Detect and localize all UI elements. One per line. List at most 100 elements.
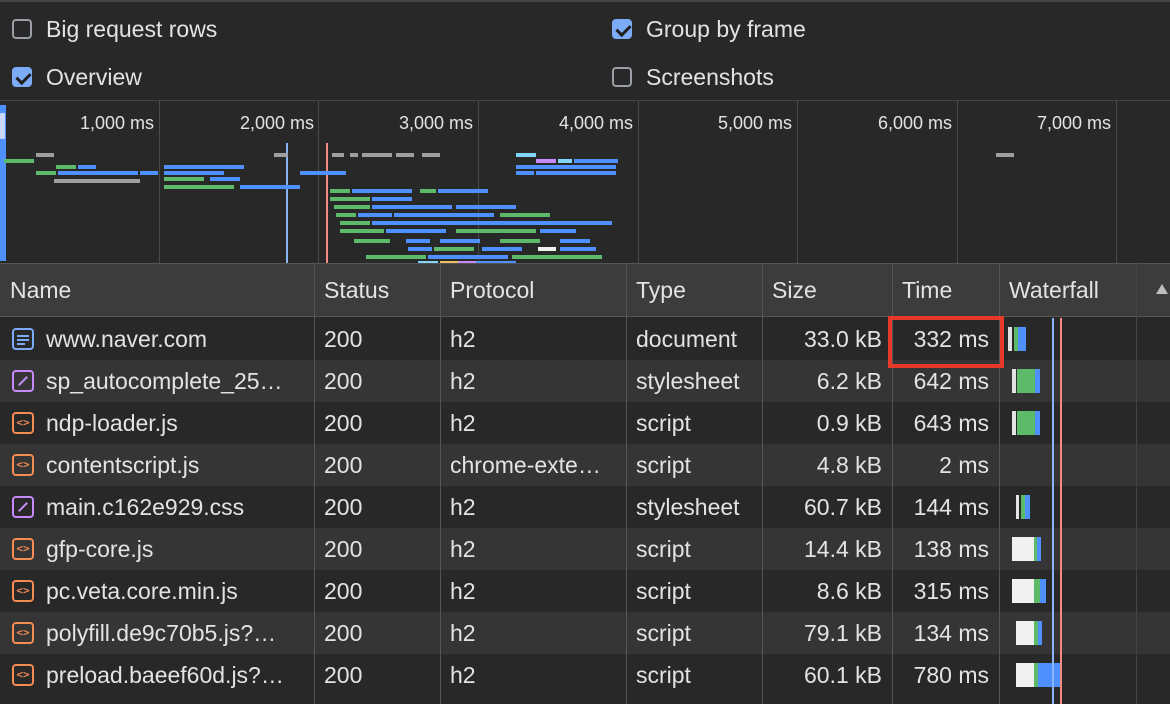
script-icon	[12, 538, 34, 560]
cell-status: 200	[324, 326, 363, 352]
request-table-header: Name Status Protocol Type Size Time Wate…	[0, 263, 1170, 317]
cell-name[interactable]: gfp-core.js	[0, 528, 314, 570]
request-name: preload.baeef60d.js?…	[46, 662, 284, 688]
waterfall-bar-segment	[1035, 411, 1040, 435]
table-row[interactable]: preload.baeef60d.js?… 200 h2 script 60.1 kB 7…	[0, 654, 1170, 696]
overview-request-bar	[406, 239, 430, 243]
screenshots-option[interactable]: Screenshots	[612, 62, 774, 92]
overview-request-bar	[540, 229, 576, 233]
overview-request-bar	[210, 177, 240, 181]
cell-protocol: h2	[450, 578, 476, 604]
group-by-frame-option[interactable]: Group by frame	[612, 14, 806, 44]
request-name: polyfill.de9c70b5.js?…	[46, 620, 277, 646]
column-header-size[interactable]: Size	[762, 264, 892, 316]
cell-size: 8.6 kB	[816, 578, 882, 604]
request-name: main.c162e929.css	[46, 494, 245, 520]
table-row[interactable]: contentscript.js 200 chrome-exte… script 4.8…	[0, 444, 1170, 486]
screenshots-checkbox[interactable]	[612, 67, 632, 87]
table-row[interactable]: main.c162e929.css 200 h2 stylesheet 60.7 kB 1…	[0, 486, 1170, 528]
cell-name[interactable]: www.naver.com	[0, 318, 314, 360]
table-row[interactable]: polyfill.de9c70b5.js?… 200 h2 script 79.1 kB…	[0, 612, 1170, 654]
cell-size: 14.4 kB	[804, 536, 882, 562]
cell-status: 200	[324, 620, 363, 646]
overview-tick-label: 3,000 ms	[398, 113, 473, 133]
table-row[interactable]: pc.veta.core.min.js 200 h2 script 8.6 kB 315 …	[0, 570, 1170, 612]
overview-request-bar	[240, 185, 300, 189]
overview-request-bar	[996, 153, 1014, 157]
cell-name[interactable]: polyfill.de9c70b5.js?…	[0, 612, 314, 654]
overview-option[interactable]: Overview	[12, 62, 142, 92]
waterfall-bar-segment	[1017, 369, 1035, 393]
cell-name[interactable]: contentscript.js	[0, 444, 314, 486]
big-request-rows-option[interactable]: Big request rows	[12, 14, 217, 44]
cell-status: 200	[324, 494, 363, 520]
column-header-time[interactable]: Time	[892, 264, 999, 316]
overview-request-bar	[396, 153, 414, 157]
group-by-frame-checkbox[interactable]	[612, 19, 632, 39]
script-icon	[12, 622, 34, 644]
column-header-status[interactable]: Status	[314, 264, 440, 316]
column-divider	[762, 263, 763, 704]
overview-request-bar	[350, 153, 358, 157]
cell-name[interactable]: preload.baeef60d.js?…	[0, 654, 314, 696]
cell-type: script	[636, 620, 691, 646]
overview-tick-label: 2,000 ms	[239, 113, 314, 133]
overview-request-bar	[354, 239, 390, 243]
cell-name[interactable]: sp_autocomplete_25…	[0, 360, 314, 402]
overview-tick-label: 7,000 ms	[1036, 113, 1111, 133]
waterfall-header-label: Waterfall	[1009, 277, 1099, 303]
overview-request-bar	[330, 189, 350, 193]
cell-name[interactable]: pc.veta.core.min.js	[0, 570, 314, 612]
waterfall-bar-segment	[1038, 621, 1042, 645]
overview-request-bar	[330, 197, 370, 201]
overview-request-bar	[536, 159, 556, 163]
overview-request-bar	[536, 171, 616, 175]
cell-type: script	[636, 536, 691, 562]
table-row[interactable]: gfp-core.js 200 h2 script 14.4 kB 138 ms	[0, 528, 1170, 570]
request-name: www.naver.com	[46, 326, 208, 352]
overview-gridline	[957, 101, 958, 263]
column-header-name[interactable]: Name	[0, 264, 314, 316]
cell-time: 144 ms	[913, 494, 989, 520]
overview-request-bar	[516, 171, 534, 175]
big-request-rows-checkbox[interactable]	[12, 19, 32, 39]
cell-status: 200	[324, 452, 363, 478]
overview-request-bar	[482, 247, 522, 251]
waterfall-bar-segment	[1037, 537, 1041, 561]
cell-time: 315 ms	[913, 578, 989, 604]
cell-status: 200	[324, 536, 363, 562]
column-header-protocol[interactable]: Protocol	[440, 264, 626, 316]
cell-status: 200	[324, 368, 363, 394]
overview-request-bar	[560, 247, 596, 251]
cell-protocol: chrome-exte…	[450, 452, 601, 478]
cell-name[interactable]: ndp-loader.js	[0, 402, 314, 444]
overview-request-bar	[340, 221, 370, 225]
cell-name[interactable]: main.c162e929.css	[0, 486, 314, 528]
column-header-type[interactable]: Type	[626, 264, 762, 316]
cell-type: script	[636, 662, 691, 688]
column-header-waterfall[interactable]: Waterfall	[999, 264, 1170, 316]
cell-size: 0.9 kB	[816, 410, 882, 436]
overview-request-bar	[500, 213, 550, 217]
overview-request-bar	[58, 171, 138, 175]
overview-request-bar	[372, 197, 412, 201]
overview-checkbox[interactable]	[12, 67, 32, 87]
cell-size: 79.1 kB	[804, 620, 882, 646]
column-divider	[440, 263, 441, 704]
waterfall-bar-segment	[1016, 495, 1019, 519]
overview-request-bar	[274, 153, 288, 157]
cell-time: 643 ms	[913, 410, 989, 436]
big-request-rows-label: Big request rows	[46, 15, 218, 42]
cell-protocol: h2	[450, 662, 476, 688]
overview-request-bar	[334, 205, 370, 209]
load-event-marker	[326, 143, 328, 263]
waterfall-bar-segment	[1012, 579, 1034, 603]
overview-timeline[interactable]: 1,000 ms 2,000 ms 3,000 ms 4,000 ms 5,00…	[0, 100, 1170, 265]
waterfall-bar-segment	[1040, 579, 1046, 603]
table-row[interactable]: ndp-loader.js 200 h2 script 0.9 kB 643 ms	[0, 402, 1170, 444]
overview-left-handle[interactable]	[0, 105, 6, 261]
waterfall-bar-segment	[1016, 663, 1034, 687]
network-settings-pane: Big request rows Group by frame Overview…	[0, 2, 1170, 100]
overview-request-bar	[428, 255, 508, 259]
waterfall-dom-content-loaded-line	[1052, 318, 1054, 704]
